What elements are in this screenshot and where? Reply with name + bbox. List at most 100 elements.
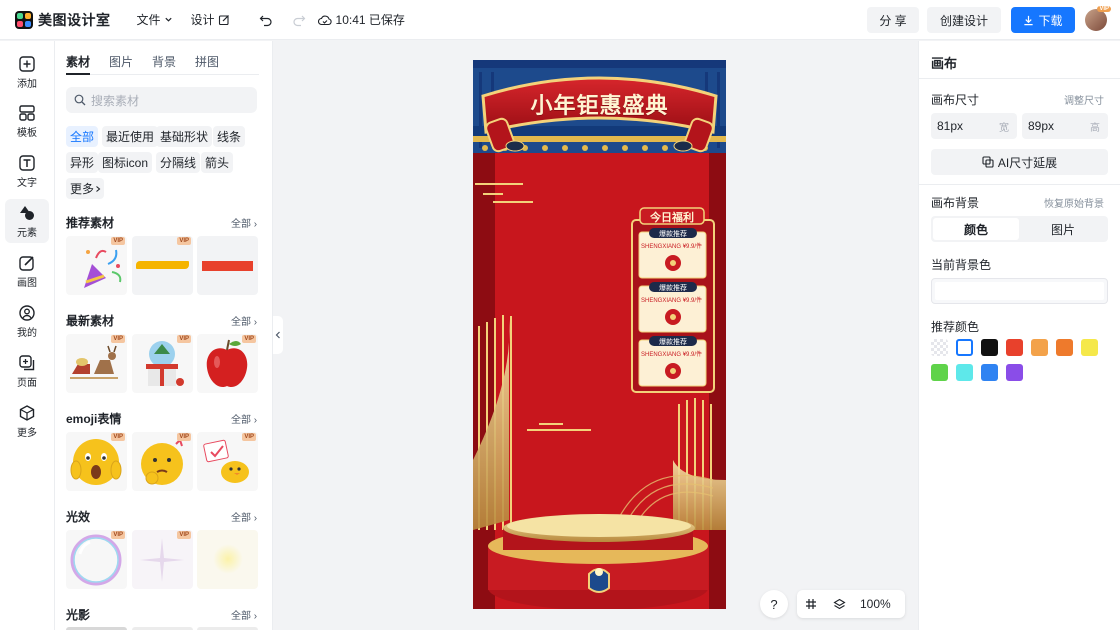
bg-type-toggle: 颜色 图片 (931, 216, 1108, 242)
asset-thumb-bubble[interactable]: VIP (66, 530, 127, 589)
section-title-light-shadow: 光影 (66, 608, 91, 622)
rail-item-mine[interactable]: 我的 (5, 299, 49, 343)
app-logo[interactable]: 美图设计室 (15, 10, 111, 30)
rail-item-draw[interactable]: 画图 (5, 249, 49, 293)
seg-image[interactable]: 图片 (1020, 218, 1106, 240)
asset-tabs: 素材 图片 背景 拼图 (66, 53, 259, 75)
poster-card-price-value: ¥9.9/件 (682, 244, 703, 250)
width-input[interactable]: 81px 宽 (931, 113, 1017, 139)
collapse-panel-handle[interactable] (273, 316, 283, 354)
color-swatch[interactable] (981, 364, 998, 381)
grid-icon[interactable] (805, 598, 817, 610)
rail-item-more[interactable]: 更多 (5, 399, 49, 443)
tab-backgrounds[interactable]: 背景 (152, 53, 195, 75)
file-menu-label: 文件 (136, 13, 161, 27)
restore-bg-link[interactable]: 恢复原始背景 (1044, 195, 1104, 210)
asset-thumb-chick-emoji[interactable]: VIP (197, 432, 258, 491)
see-all-emoji[interactable]: 全部 › (231, 411, 257, 426)
see-all-light-shadow[interactable]: 全部 › (231, 607, 257, 622)
design-menu-label: 设计 (190, 13, 215, 27)
chip-basic-shapes[interactable]: 基础形状 (156, 126, 213, 147)
asset-thumb-glow[interactable] (197, 530, 258, 589)
chip-recent[interactable]: 最近使用 (102, 126, 159, 147)
chip-arrows[interactable]: 箭头 (201, 152, 234, 173)
asset-thumb-brush-stroke[interactable]: VIP (132, 236, 193, 295)
width-value: 81px (937, 119, 964, 133)
user-icon (19, 304, 35, 321)
tab-materials[interactable]: 素材 (66, 53, 91, 75)
ai-extend-button[interactable]: AI尺寸延展 (931, 149, 1108, 175)
rail-item-page[interactable]: 页面 (5, 349, 49, 393)
rail-item-label: 模板 (17, 127, 37, 139)
vip-badge: VIP (177, 335, 191, 343)
asset-thumb-thinking-emoji[interactable]: VIP (132, 432, 193, 491)
color-swatch[interactable] (1006, 339, 1023, 356)
rail-item-label: 添加 (17, 78, 37, 90)
rail-item-elements[interactable]: 元素 (5, 199, 49, 243)
asset-thumb-snow-globe-gift[interactable]: VIP (132, 334, 193, 393)
chip-lines[interactable]: 线条 (213, 126, 246, 147)
resize-link[interactable]: 调整尺寸 (1064, 92, 1104, 107)
poster-card-price: SHENGXIANG ¥9.9/件 (641, 241, 705, 250)
color-swatch[interactable] (931, 364, 948, 381)
download-icon (1024, 15, 1034, 25)
asset-thumb-sparkle[interactable]: VIP (132, 530, 193, 589)
help-button[interactable]: ? (760, 590, 788, 618)
undo-icon[interactable] (259, 13, 273, 27)
chip-irregular[interactable]: 异形 (66, 152, 99, 173)
asset-thumb-party-popper[interactable]: VIP (66, 236, 127, 295)
seg-color[interactable]: 颜色 (933, 218, 1019, 240)
chip-more[interactable]: 更多 (66, 178, 105, 199)
chip-all[interactable]: 全部 (66, 126, 99, 147)
section-title-latest: 最新素材 (66, 314, 115, 328)
see-all-light-effects[interactable]: 全部 › (231, 509, 257, 524)
rail-item-label: 元素 (17, 227, 37, 239)
width-unit: 宽 (999, 122, 1009, 134)
vip-badge: VIP (242, 433, 256, 441)
tab-collage[interactable]: 拼图 (195, 53, 238, 75)
tab-images[interactable]: 图片 (109, 53, 152, 75)
color-swatch[interactable] (956, 339, 973, 356)
color-swatch[interactable] (981, 339, 998, 356)
design-canvas[interactable]: 小年钜惠盛典 今日福利 爆款推荐 爆款推荐 爆款推荐 SHENGXIANG ¥9… (473, 60, 726, 609)
vip-badge: VIP (242, 335, 256, 343)
color-swatch[interactable] (1031, 339, 1048, 356)
vip-badge: VIP (111, 531, 125, 539)
search-placeholder: 搜索素材 (91, 93, 140, 108)
vip-badge: VIP (177, 237, 191, 245)
search-input[interactable]: 搜索素材 (66, 87, 257, 113)
zoom-level[interactable]: 100% (860, 597, 891, 611)
asset-thumb-shocked-emoji[interactable]: VIP (66, 432, 127, 491)
asset-thumb-apple[interactable]: VIP (197, 334, 258, 393)
swatch-transparent[interactable] (931, 339, 948, 356)
help-label: ? (770, 596, 778, 612)
create-design-button[interactable]: 创建设计 (927, 7, 1001, 33)
chevron-left-icon (275, 331, 280, 339)
poster-card-note: SHENGXIANG (641, 298, 682, 304)
asset-thumb-reindeer-sleigh[interactable]: VIP (66, 334, 127, 393)
rail-item-add[interactable]: 添加 (5, 50, 49, 94)
color-swatch[interactable] (1056, 339, 1073, 356)
current-bg-color-field[interactable] (931, 278, 1108, 304)
color-swatch[interactable] (1081, 339, 1098, 356)
canvas-size-label: 画布尺寸 (931, 93, 980, 107)
color-swatch[interactable] (1006, 364, 1023, 381)
see-all-recommended[interactable]: 全部 › (231, 215, 257, 230)
layers-icon[interactable] (833, 598, 846, 611)
chip-icons[interactable]: 图标icon (98, 152, 153, 173)
color-swatch[interactable] (956, 364, 973, 381)
rail-item-template[interactable]: 模板 (5, 99, 49, 143)
share-button[interactable]: 分 享 (867, 7, 919, 33)
avatar[interactable]: VIP (1085, 6, 1111, 31)
see-all-latest[interactable]: 全部 › (231, 313, 257, 328)
chevron-right-icon (96, 185, 101, 192)
redo-icon[interactable] (292, 13, 306, 27)
rail-item-text[interactable]: 文字 (5, 149, 49, 193)
chip-dividers[interactable]: 分隔线 (156, 152, 201, 173)
height-input[interactable]: 89px 高 (1022, 113, 1108, 139)
file-menu[interactable]: 文件 (137, 11, 173, 28)
chevron-down-icon (164, 17, 172, 22)
download-button[interactable]: 下载 (1011, 7, 1075, 33)
asset-thumb-red-bar[interactable] (197, 236, 258, 295)
design-menu[interactable]: 设计 (191, 11, 230, 28)
